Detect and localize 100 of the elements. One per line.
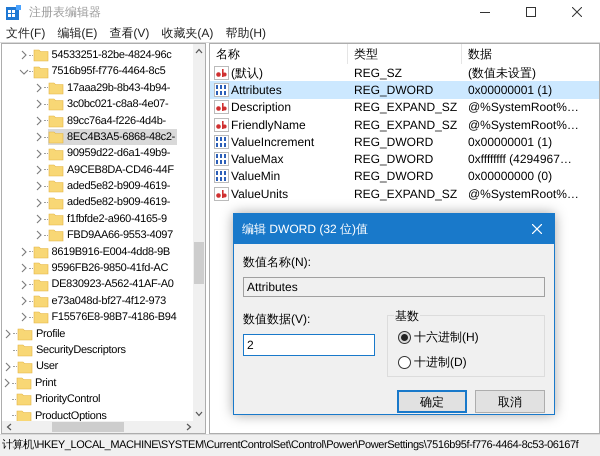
chevron-right-icon[interactable] [34, 116, 44, 126]
chevron-right-icon[interactable] [34, 164, 44, 175]
chevron-right-icon[interactable] [3, 362, 13, 372]
string-value-icon [214, 66, 229, 80]
tree-item[interactable]: 17aaa29b-8b43-4b94- [48, 80, 172, 96]
radio-button[interactable] [398, 356, 411, 368]
chevron-down-icon[interactable] [18, 66, 28, 77]
chevron-right-icon[interactable] [34, 198, 44, 208]
tree-item[interactable]: PriorityControl [16, 391, 102, 408]
radio-label[interactable]: 十进制(D) [414, 353, 467, 371]
horizontal-scrollbar[interactable] [2, 421, 205, 433]
tree-item[interactable]: 8619B916-E004-4dd8-9B [32, 244, 172, 260]
value-data-field[interactable]: 2 [243, 334, 375, 356]
chevron-right-icon[interactable] [34, 148, 44, 159]
value-name: (默认) [231, 64, 263, 82]
folder-icon [48, 80, 64, 95]
tree-item[interactable]: SecurityDescriptors [17, 342, 128, 358]
tree-item[interactable]: 54533251-82be-4824-96c [32, 47, 174, 64]
tree-item[interactable]: 8EC4B3A5-6868-48c2- [48, 129, 178, 146]
chevron-right-icon[interactable] [34, 230, 44, 240]
folder-icon [17, 360, 33, 374]
chevron-right-icon[interactable] [34, 82, 44, 93]
value-row[interactable]: Description REG_EXPAND_SZ @%SystemRoot%… [210, 98, 599, 116]
radio-button[interactable] [398, 330, 411, 344]
tree-item[interactable]: DE830923-A562-41AF-A0 [32, 276, 176, 293]
dialog-button[interactable]: 确定 [397, 390, 467, 413]
folder-icon [16, 392, 32, 406]
value-type: REG_DWORD [353, 82, 434, 99]
tree-item[interactable]: 3c0bc021-c8a8-4e07- [48, 96, 170, 112]
menu-item[interactable]: 编辑(E) [51, 24, 104, 42]
folder-icon [48, 228, 64, 242]
value-data: @%SystemRoot%… [467, 116, 580, 134]
tree-item[interactable]: Print [16, 375, 58, 391]
value-row[interactable]: (默认) REG_SZ (数值未设置) [210, 64, 599, 82]
vertical-scrollbar[interactable] [193, 44, 205, 421]
value-data: 0xffffffff (4294967… [467, 151, 573, 168]
menu-item[interactable]: 帮助(H) [219, 24, 272, 42]
folder-icon [48, 196, 64, 210]
chevron-right-icon[interactable] [18, 312, 28, 322]
tree-item[interactable]: aded5e82-b909-4619- [48, 178, 172, 194]
tree-item[interactable]: ProductOptions [16, 408, 109, 421]
column-header[interactable]: 数据 [462, 44, 599, 64]
tree-item[interactable]: 89cc76a4-f226-4d4b- [48, 112, 168, 129]
tree-item[interactable]: f1fbfde2-a960-4165-9 [48, 211, 169, 228]
chevron-right-icon[interactable] [34, 132, 44, 142]
status-bar: 计算机\HKEY_LOCAL_MACHINE\SYSTEM\CurrentControlSet\Control\Power\PowerSettings\7516b95f-f776-4464-8c53-06167f [0, 434, 600, 456]
value-row[interactable]: ValueUnits REG_EXPAND_SZ @%SystemRoot%… [210, 185, 599, 202]
scrollbar-thumb[interactable] [194, 242, 204, 284]
tree-item[interactable]: e73a048d-bf27-4f12-973 [32, 293, 168, 310]
value-row[interactable]: ValueMax REG_DWORD 0xffffffff (4294967… [210, 150, 599, 168]
value-name: ValueUnits [231, 186, 288, 203]
value-row[interactable]: Attributes REG_DWORD 0x00000001 (1) [210, 81, 599, 99]
menu-item[interactable]: 收藏夹(A) [155, 24, 220, 42]
binary-value-icon [214, 82, 229, 97]
value-type: REG_EXPAND_SZ [353, 116, 458, 134]
value-row[interactable]: ValueMin REG_DWORD 0x00000000 (0) [210, 168, 599, 186]
folder-icon [32, 244, 48, 259]
scrollbar-thumb[interactable] [52, 422, 124, 432]
tree-item[interactable]: aded5e82-b909-4619- [48, 194, 172, 211]
dialog-title: 编辑 DWORD (32 位)值 [242, 221, 368, 238]
chevron-right-icon[interactable] [34, 181, 44, 192]
column-header[interactable]: 类型 [348, 44, 462, 64]
value-type: REG_EXPAND_SZ [353, 186, 458, 203]
value-row[interactable]: FriendlyName REG_EXPAND_SZ @%SystemRoot%… [210, 116, 599, 134]
tree-item[interactable]: 90959d22-d6a1-49b9- [48, 146, 172, 162]
value-type: REG_DWORD [353, 151, 434, 168]
value-data: @%SystemRoot%… [467, 99, 580, 116]
tree-item[interactable]: FBD9AA66-9553-4097 [48, 227, 175, 244]
tree-item[interactable]: 9596FB26-9850-41fd-AC [32, 260, 170, 276]
chevron-right-icon[interactable] [3, 328, 13, 339]
tree-item[interactable]: 7516b95f-f776-4464-8c5 [32, 64, 168, 80]
column-header[interactable]: 名称 [210, 44, 348, 64]
chevron-right-icon[interactable] [18, 263, 28, 274]
window-title: 注册表编辑器 [29, 4, 101, 21]
value-type: REG_SZ [353, 64, 404, 82]
value-row[interactable]: ValueIncrement REG_DWORD 0x00000001 (1) [210, 133, 599, 150]
chevron-right-icon[interactable] [18, 246, 28, 257]
string-value-icon [214, 186, 229, 201]
tree-item[interactable]: Profile [17, 326, 68, 342]
chevron-right-icon[interactable] [18, 296, 28, 306]
tree-item[interactable]: F15576E8-98B7-4186-B94 [32, 309, 178, 326]
tree-item[interactable]: User [17, 358, 60, 375]
tree-item[interactable]: A9CEB8DA-CD46-44F [48, 162, 176, 178]
menu-item[interactable]: 文件(F) [0, 24, 52, 42]
chevron-right-icon[interactable] [34, 214, 44, 224]
field-label: 数值数据(V): [243, 311, 310, 328]
value-data: (数值未设置) [467, 64, 537, 82]
folder-icon [48, 162, 64, 177]
chevron-right-icon[interactable] [34, 99, 44, 110]
value-name: FriendlyName [231, 116, 306, 134]
chevron-right-icon[interactable] [2, 378, 12, 388]
menu-item[interactable]: 查看(V) [103, 24, 156, 42]
chevron-right-icon[interactable] [18, 280, 28, 290]
maximize-icon [526, 7, 536, 17]
radio-label[interactable]: 十六进制(H) [414, 328, 479, 346]
value-type: REG_DWORD [353, 134, 434, 151]
chevron-right-icon[interactable] [18, 50, 28, 60]
folder-icon [17, 343, 33, 358]
registry-app-icon [6, 4, 21, 20]
dialog-button[interactable]: 取消 [475, 390, 545, 413]
